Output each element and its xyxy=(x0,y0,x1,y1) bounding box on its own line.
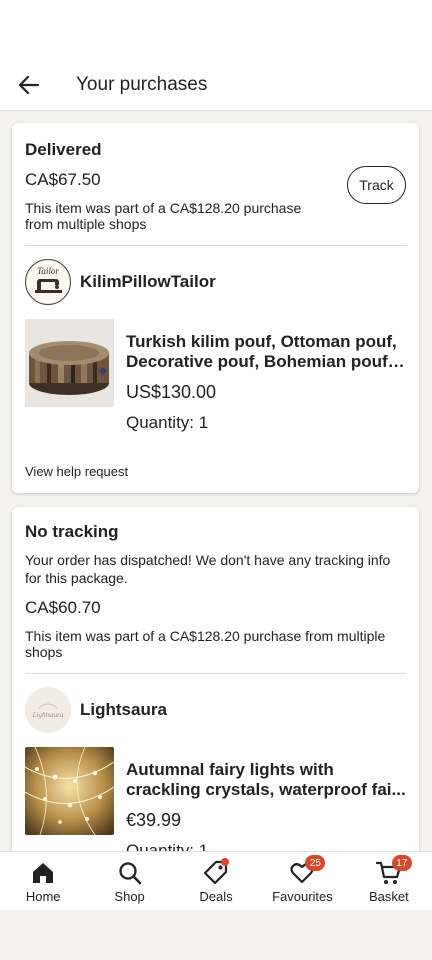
bottom-nav: Home Shop Deals 25 Favourites 17 Basket xyxy=(0,851,432,910)
nav-favourites[interactable]: 25 Favourites xyxy=(259,852,345,910)
home-icon xyxy=(30,860,56,886)
shop-avatar[interactable]: Lightsaura xyxy=(25,687,71,733)
shop-logo-icon: Lightsaura xyxy=(25,687,71,733)
item-title-line: Decorative pouf, Bohemian pouf, ... xyxy=(126,352,406,371)
shop-avatar[interactable]: Tailor xyxy=(25,259,71,305)
nav-label: Deals xyxy=(199,889,233,904)
tag-icon xyxy=(203,858,230,886)
item-price: €39.99 xyxy=(126,810,182,830)
item-title[interactable]: Turkish kilim pouf, Ottoman pouf, Decora… xyxy=(126,332,406,372)
item-price: US$130.00 xyxy=(126,382,217,402)
nav-basket[interactable]: 17 Basket xyxy=(346,852,432,910)
track-button[interactable]: Track xyxy=(347,166,406,204)
view-help-request-link[interactable]: View help request xyxy=(25,464,128,479)
nav-label: Favourites xyxy=(272,889,333,904)
item-title-line: crackling crystals, waterproof fai... xyxy=(126,780,406,799)
order-status: Delivered xyxy=(25,140,102,159)
order-note: This item was part of a CA$128.20 purcha… xyxy=(25,200,302,232)
item-image[interactable] xyxy=(25,747,114,835)
sewing-machine-logo-icon: Tailor xyxy=(35,266,62,293)
order-status: No tracking xyxy=(25,522,119,541)
item-title-line: Turkish kilim pouf, Ottoman pouf, xyxy=(126,332,397,351)
shop-logo-text: Lightsaura xyxy=(32,711,64,719)
search-icon xyxy=(117,860,143,886)
shop-logo-text: Tailor xyxy=(37,266,59,276)
order-card: Delivered CA$67.50 This item was part of… xyxy=(12,123,419,493)
heart-icon: 25 xyxy=(289,855,326,886)
divider xyxy=(25,245,406,246)
item-quantity: Quantity: 1 xyxy=(126,413,209,432)
order-price: CA$67.50 xyxy=(25,170,101,189)
basket-icon: 17 xyxy=(375,855,412,886)
order-description: Your order has dispatched! We don't have… xyxy=(25,552,391,586)
back-button[interactable] xyxy=(14,70,44,100)
nav-shop[interactable]: Shop xyxy=(86,852,172,910)
nav-label: Shop xyxy=(114,889,145,904)
shop-row[interactable]: Tailor KilimPillowTailor xyxy=(25,259,216,305)
favourites-badge: 25 xyxy=(305,855,326,871)
page-title: Your purchases xyxy=(76,74,208,95)
nav-label: Home xyxy=(25,889,61,904)
item-image[interactable] xyxy=(25,319,114,407)
order-note: This item was part of a CA$128.20 purcha… xyxy=(25,628,386,660)
nav-home[interactable]: Home xyxy=(0,852,86,910)
basket-badge: 17 xyxy=(391,855,412,871)
shop-row[interactable]: Lightsaura Lightsaura xyxy=(25,687,167,733)
shop-name[interactable]: Lightsaura xyxy=(80,700,167,720)
item-title[interactable]: Autumnal fairy lights with crackling cry… xyxy=(126,760,406,800)
purchases-screen: Your purchases Delivered CA$67.50 This i… xyxy=(0,0,432,910)
divider xyxy=(25,673,406,674)
app-header: Your purchases xyxy=(0,58,432,111)
item-title-line: Autumnal fairy lights with xyxy=(126,760,334,779)
nav-label: Basket xyxy=(368,889,409,904)
order-card: No tracking Your order has dispatched! W… xyxy=(12,507,419,910)
notification-dot xyxy=(221,858,230,866)
fairy-lights-image xyxy=(25,747,114,835)
pouf-image xyxy=(25,319,114,407)
nav-deals[interactable]: Deals xyxy=(173,852,259,910)
shop-name[interactable]: KilimPillowTailor xyxy=(80,272,216,292)
order-price: CA$60.70 xyxy=(25,598,101,617)
status-bar xyxy=(0,0,432,58)
arrow-left-icon xyxy=(18,75,40,95)
